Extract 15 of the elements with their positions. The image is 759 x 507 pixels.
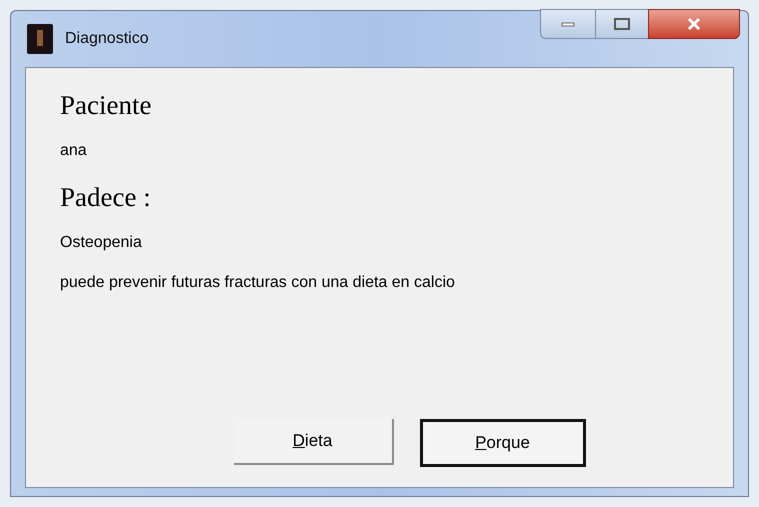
close-icon	[686, 17, 702, 31]
text-label: puede prevenir futuras fracturas con una dieta en calcio	[60, 273, 456, 293]
minimize-button[interactable]	[540, 9, 596, 39]
maximize-button[interactable]	[596, 9, 648, 39]
dialog-button[interactable]: Dieta	[234, 419, 394, 465]
maximize-icon	[614, 18, 630, 30]
window-title: Diagnostico	[65, 29, 149, 49]
text-label: Osteopenia	[60, 233, 143, 253]
dialog-button[interactable]: Porque	[420, 419, 586, 467]
minimize-icon	[561, 21, 575, 27]
text-label: ana	[60, 141, 88, 161]
heading-label: Paciente	[60, 89, 152, 122]
heading-label: Padece :	[60, 181, 152, 214]
app-icon	[27, 24, 53, 54]
close-button[interactable]	[648, 9, 740, 39]
